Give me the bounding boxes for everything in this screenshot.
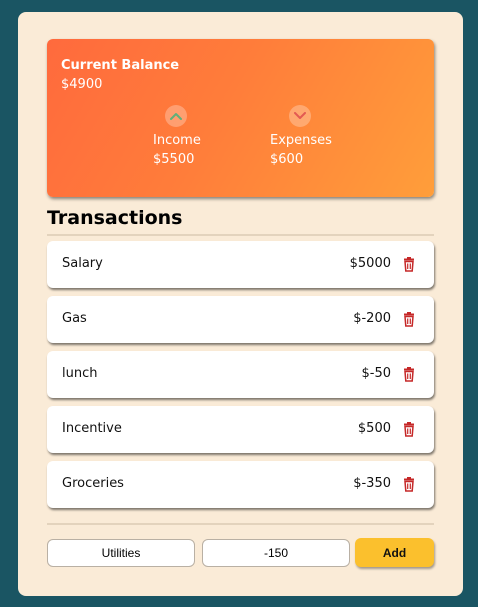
balance-value: $4900	[61, 77, 103, 92]
transaction-row: Gas $-200	[47, 296, 434, 343]
chevron-down-icon	[289, 105, 311, 127]
income-label: Income	[153, 133, 201, 148]
income-value: $5500	[153, 152, 195, 167]
transaction-amount: $-50	[361, 366, 391, 381]
trash-icon[interactable]	[402, 367, 416, 382]
divider	[47, 234, 434, 236]
chevron-up-icon	[165, 105, 187, 127]
transaction-row: Groceries $-350	[47, 461, 434, 508]
transaction-name: Groceries	[62, 476, 124, 491]
transaction-amount: $-200	[353, 311, 391, 326]
transaction-name: lunch	[62, 366, 98, 381]
divider	[47, 523, 434, 525]
transactions-title: Transactions	[47, 207, 183, 229]
transaction-amount: $-350	[353, 476, 391, 491]
transaction-text-input[interactable]	[47, 539, 195, 567]
transaction-row: Salary $5000	[47, 241, 434, 288]
trash-icon[interactable]	[402, 257, 416, 272]
trash-icon[interactable]	[402, 422, 416, 437]
add-transaction-button[interactable]: Add	[355, 538, 434, 567]
transaction-amount-input[interactable]	[202, 539, 350, 567]
trash-icon[interactable]	[402, 312, 416, 327]
expenses-label: Expenses	[270, 133, 332, 148]
balance-card: Current Balance $4900 Income $5500 Expen…	[47, 39, 434, 197]
expenses-value: $600	[270, 152, 304, 167]
transaction-name: Gas	[62, 311, 87, 326]
transaction-row: lunch $-50	[47, 351, 434, 398]
transaction-amount: $5000	[349, 256, 391, 271]
trash-icon[interactable]	[402, 477, 416, 492]
transaction-name: Salary	[62, 256, 103, 271]
expense-tracker-panel: Current Balance $4900 Income $5500 Expen…	[18, 12, 463, 596]
transaction-row: Incentive $500	[47, 406, 434, 453]
transaction-amount: $500	[357, 421, 391, 436]
transaction-name: Incentive	[62, 421, 122, 436]
balance-title: Current Balance	[61, 58, 180, 73]
